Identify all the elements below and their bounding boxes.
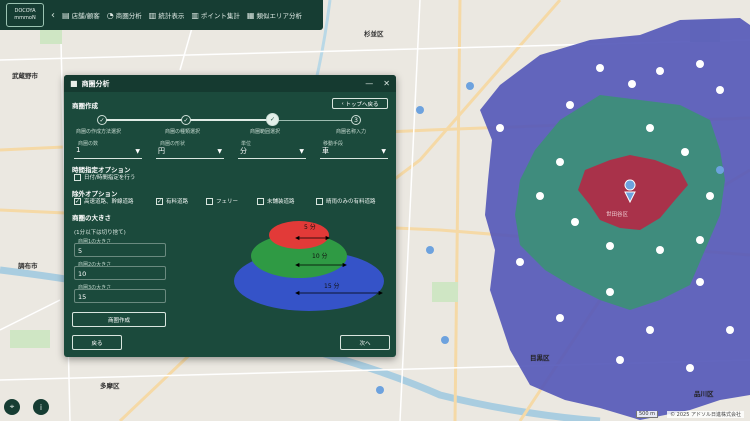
exclude-ferry-checkbox[interactable]: フェリー: [206, 197, 238, 205]
map-label: 調布市: [18, 262, 38, 270]
app-logo: DOCOYA mmmoN: [6, 3, 44, 27]
diagram-label-5: 5 分: [304, 223, 316, 231]
select-value: 車: [322, 147, 329, 155]
checkbox-label: 未舗装道路: [267, 199, 295, 205]
shape-select[interactable]: 円 ▼: [156, 146, 224, 159]
back-icon: ‹: [341, 100, 344, 107]
pie-icon: ◔: [106, 10, 114, 20]
list-icon: ▤: [62, 10, 70, 20]
nav-store-customer[interactable]: ▤ 店舗/顧客: [62, 10, 100, 21]
transport-select[interactable]: 車 ▼: [320, 146, 388, 159]
checkbox-icon: [257, 197, 264, 205]
back-to-top-label: トップへ戻る: [345, 101, 379, 108]
select-value: 円: [158, 147, 165, 155]
step-done-icon: ✓: [97, 115, 107, 125]
unit-select[interactable]: 分 ▼: [238, 146, 306, 159]
exclude-unpaved-checkbox[interactable]: 未舗装道路: [257, 197, 295, 205]
back-to-top-button[interactable]: ‹ トップへ戻る: [332, 98, 388, 109]
diagram-label-10: 10 分: [312, 252, 328, 260]
diagram-label-15: 15 分: [324, 282, 340, 290]
caret-down-icon: ▼: [217, 148, 222, 155]
nav-similar-area[interactable]: ▦ 類似エリア分析: [246, 10, 302, 21]
location-icon[interactable]: ⌖: [4, 399, 20, 415]
map-scale: 500 m: [635, 411, 658, 418]
map-label: 世田谷区: [606, 212, 629, 218]
datetime-checkbox[interactable]: 日付/時間指定を行う: [74, 173, 135, 181]
back-button[interactable]: 戻る: [72, 335, 122, 350]
nav-label: 統計表示: [158, 12, 185, 20]
step-label: 商圏の作成方法選択: [76, 129, 122, 135]
step-label: 商圏名称入力: [336, 129, 367, 135]
dialog-header: ■ 商圏分析 — ✕: [64, 75, 396, 92]
button-label: 戻る: [91, 340, 103, 347]
collapse-chevron-icon[interactable]: ‹: [51, 10, 55, 21]
size1-input[interactable]: 5: [74, 243, 166, 257]
checkbox-icon: [316, 197, 323, 205]
section-title: 商圏作成: [72, 102, 98, 110]
exclude-seasonal-toll-checkbox[interactable]: 晴雨のみの有料道路: [316, 197, 376, 205]
nav-label: 店舗/顧客: [71, 12, 100, 20]
caret-down-icon: ▼: [135, 148, 140, 155]
size3-input[interactable]: 15: [74, 289, 166, 303]
exclude-highway-checkbox[interactable]: ✓ 高速道路、幹線道路: [74, 197, 134, 205]
create-catchment-button[interactable]: 商圏作成: [72, 312, 166, 327]
step-number: 3: [351, 115, 361, 125]
nav-label: 商圏分析: [115, 12, 142, 20]
logo-bottom: mmmoN: [14, 15, 36, 21]
close-icon[interactable]: ✕: [383, 79, 390, 88]
map-label: 多摩区: [100, 382, 120, 390]
count-select[interactable]: 1 ▼: [74, 146, 142, 159]
checkbox-label: 日付/時間指定を行う: [84, 175, 136, 181]
button-label: 次へ: [359, 340, 371, 347]
checkbox-icon: [74, 173, 81, 181]
logo-top: DOCOYA: [14, 8, 36, 14]
top-navigation: DOCOYA mmmoN ‹ ▤ 店舗/顧客 ◔ 商圏分析 ▥ 統計表示 ▥ ポイント集…: [0, 0, 323, 30]
bar-chart-icon: ▥: [148, 10, 157, 20]
folder-icon: ■: [70, 79, 78, 88]
checkbox-checked-icon: ✓: [74, 197, 81, 205]
dialog-title: 商圏分析: [81, 79, 110, 88]
nav-catchment[interactable]: ◔ 商圏分析: [106, 10, 142, 21]
exclude-toll-checkbox[interactable]: ✓ 有料道路: [156, 197, 188, 205]
map-icon: ▦: [246, 10, 255, 20]
button-label: 商圏作成: [107, 317, 130, 324]
nav-points[interactable]: ▥ ポイント集計: [191, 10, 240, 21]
map-attribution: © 2025 アドソル日進株式会社: [667, 411, 744, 418]
caret-down-icon: ▼: [299, 148, 304, 155]
map-label: 杉並区: [364, 30, 384, 38]
checkbox-icon: [206, 197, 213, 205]
checkbox-label: 有料道路: [166, 199, 189, 205]
checkbox-label: 晴雨のみの有料道路: [326, 199, 376, 205]
catchment-dialog: ■ 商圏分析 — ✕ 商圏作成 ‹ トップへ戻る ✓ ✓ ✓ 3 商圏の作成方法…: [64, 75, 396, 357]
step-current-icon: ✓: [266, 113, 279, 126]
select-value: 1: [76, 146, 81, 154]
map-label: 武蔵野市: [12, 72, 38, 80]
nav-label: 類似エリア分析: [256, 12, 302, 20]
step-done-icon: ✓: [181, 115, 191, 125]
nav-statistics[interactable]: ▥ 統計表示: [148, 10, 185, 21]
checkbox-label: フェリー: [216, 199, 239, 205]
catchment-size-diagram: 5 分 10 分 15 分: [234, 221, 384, 311]
info-icon[interactable]: i: [33, 399, 49, 415]
input-value: 15: [78, 293, 87, 301]
size2-input[interactable]: 10: [74, 266, 166, 280]
step-label: 商圏の種類選択: [165, 129, 201, 135]
next-button[interactable]: 次へ: [340, 335, 390, 350]
bar-chart-icon: ▥: [191, 10, 199, 20]
map-label: 品川区: [694, 390, 714, 398]
input-value: 5: [78, 247, 83, 255]
caret-down-icon: ▼: [381, 148, 386, 155]
diagram-5min: [269, 221, 329, 249]
size-title: 商圏の大きさ: [72, 214, 111, 222]
map-label: 目黒区: [530, 354, 550, 362]
size-note: (1分以下は切り捨て): [74, 230, 126, 236]
step-label: 商圏範囲選択: [250, 129, 281, 135]
input-value: 10: [78, 270, 87, 278]
minimize-icon[interactable]: —: [365, 79, 373, 88]
checkbox-label: 高速道路、幹線道路: [84, 199, 134, 205]
checkbox-checked-icon: ✓: [156, 197, 163, 205]
select-value: 分: [240, 147, 247, 155]
nav-label: ポイント集計: [200, 12, 240, 20]
